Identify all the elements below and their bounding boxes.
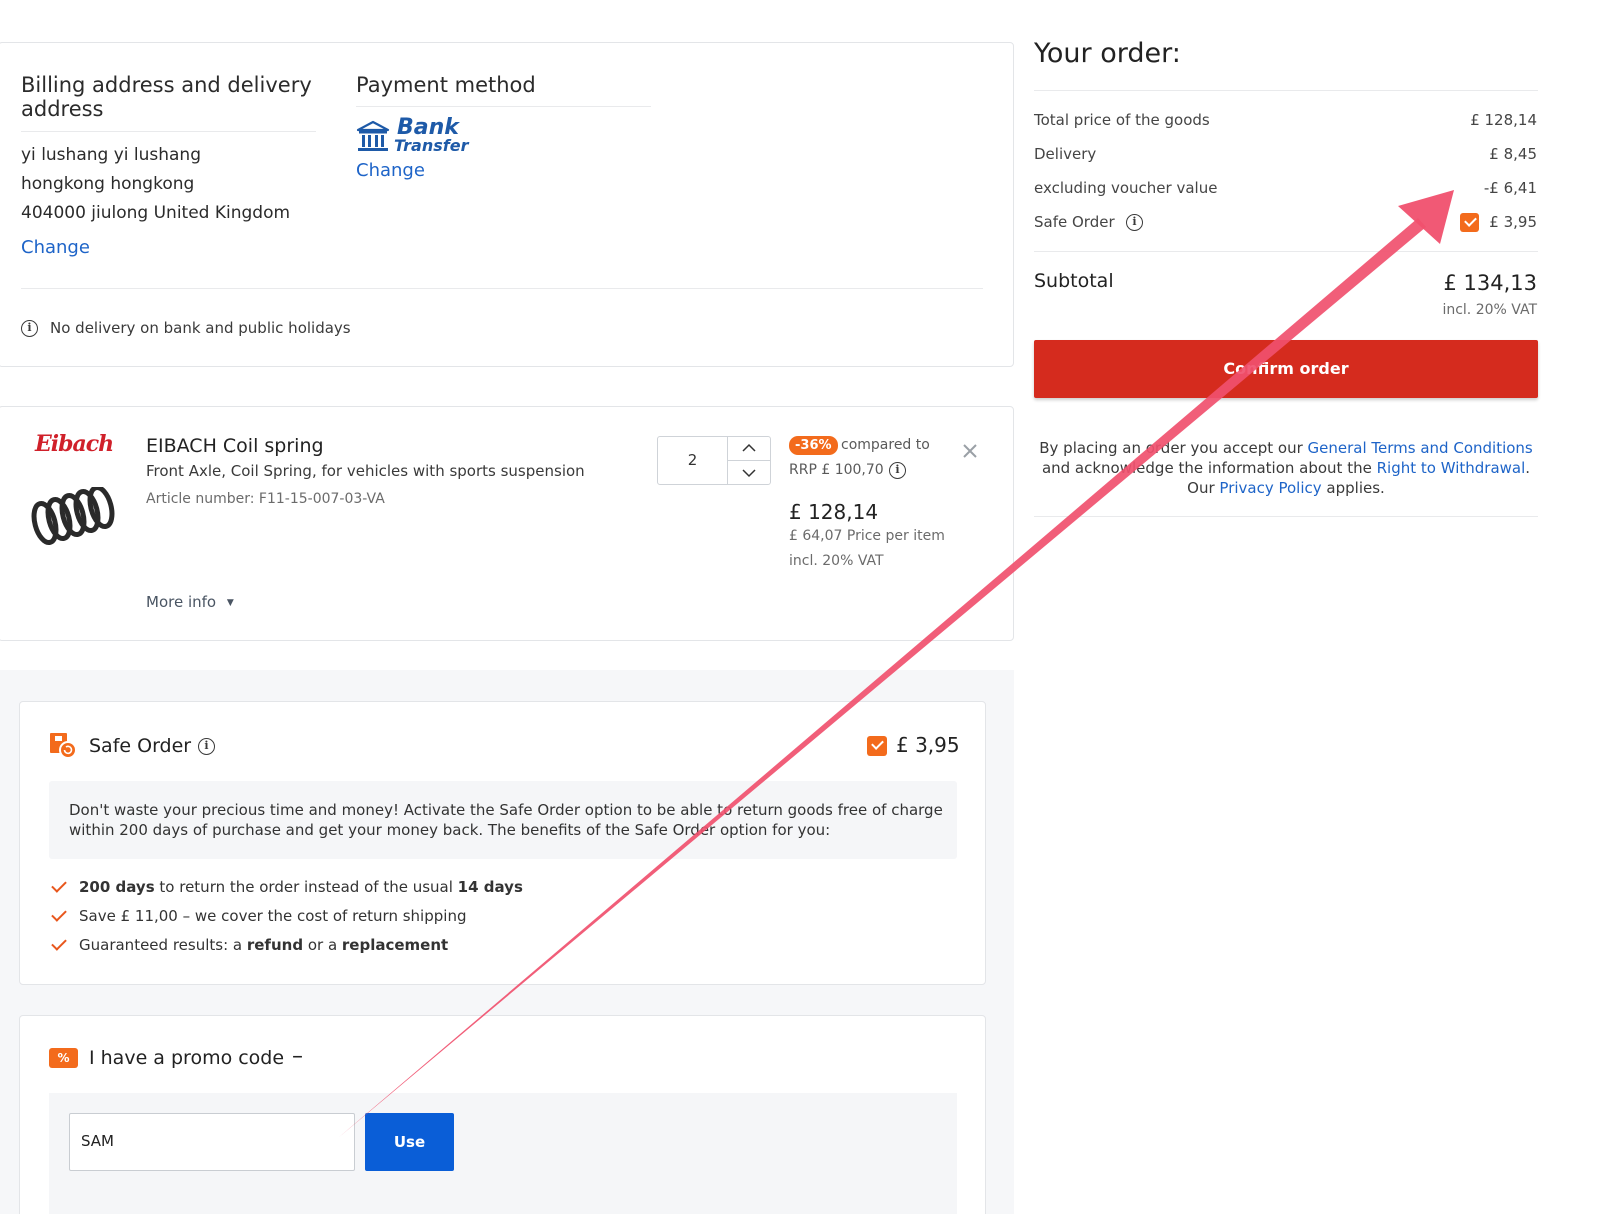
- order-divider-bottom: [1034, 516, 1538, 517]
- rrp-info-icon[interactable]: i: [889, 462, 906, 479]
- bank-transfer-logo: Bank Transfer: [356, 117, 476, 157]
- card-divider: [21, 288, 983, 289]
- benefit-3-mid: or a: [303, 936, 342, 954]
- discount-badge: -36%: [789, 436, 838, 455]
- order-title: Your order:: [1034, 38, 1181, 69]
- summary-voucher-value: -£ 6,41: [1483, 179, 1537, 197]
- legal-text-5: applies.: [1321, 479, 1385, 497]
- check-icon: [51, 906, 67, 922]
- promo-ticket-icon: %: [49, 1048, 78, 1068]
- stepper-mid-divider: [728, 460, 771, 461]
- benefit-1: 200 days to return the order instead of …: [79, 878, 523, 896]
- summary-goods-value: £ 128,14: [1470, 111, 1537, 129]
- summary-goods-label: Total price of the goods: [1034, 111, 1210, 129]
- use-promo-button[interactable]: Use: [365, 1113, 454, 1171]
- safe-order-checkbox[interactable]: [867, 736, 887, 756]
- summary-safe-order-label: Safe Order: [1034, 213, 1115, 231]
- legal-text-3: .: [1525, 459, 1531, 477]
- summary-safe-order-info-icon[interactable]: i: [1126, 214, 1143, 231]
- withdrawal-link[interactable]: Right to Withdrawal: [1377, 459, 1526, 477]
- quantity-stepper[interactable]: 2: [657, 436, 771, 485]
- collapse-icon[interactable]: –: [292, 1044, 303, 1069]
- subtotal-value: £ 134,13: [1443, 271, 1537, 295]
- address-line-3: 404000 jiulong United Kingdom: [21, 203, 291, 223]
- check-icon: [51, 935, 67, 951]
- quantity-value[interactable]: 2: [658, 437, 727, 484]
- chevron-up-icon[interactable]: [742, 443, 756, 453]
- bank-icon: [356, 120, 390, 151]
- rrp-price: RRP £ 100,70: [789, 462, 884, 478]
- summary-voucher-label: excluding voucher value: [1034, 179, 1218, 197]
- payment-divider: [356, 106, 651, 107]
- safe-order-info-icon[interactable]: i: [198, 738, 215, 755]
- promo-title[interactable]: I have a promo code: [89, 1047, 284, 1069]
- info-icon: i: [21, 320, 38, 337]
- chevron-down-icon[interactable]: [742, 468, 756, 478]
- benefit-3-text: Guaranteed results: a: [79, 936, 247, 954]
- more-info-label: More info: [146, 593, 217, 611]
- delivery-note: No delivery on bank and public holidays: [50, 319, 351, 337]
- benefit-1-strong-2: 14 days: [457, 878, 523, 896]
- safe-order-icon: [50, 733, 77, 759]
- caret-down-icon: ▼: [226, 598, 234, 608]
- safe-order-title: Safe Order: [89, 735, 192, 757]
- summary-safe-order-checkbox[interactable]: [1460, 213, 1479, 232]
- more-info-toggle[interactable]: More info ▼: [146, 593, 234, 611]
- summary-delivery-value: £ 8,45: [1489, 145, 1537, 163]
- change-address-link[interactable]: Change: [21, 237, 90, 258]
- item-name[interactable]: EIBACH Coil spring: [146, 435, 324, 457]
- safe-order-price: £ 3,95: [896, 733, 960, 757]
- transfer-label: Transfer: [394, 136, 469, 155]
- promo-code-input[interactable]: SAM: [69, 1113, 355, 1171]
- safe-order-description-box: Don't waste your precious time and money…: [49, 781, 957, 859]
- benefit-3-strong-1: refund: [246, 936, 304, 954]
- legal-text: By placing an order you accept our Gener…: [1034, 438, 1538, 498]
- price-per-item: £ 64,07 Price per item: [789, 528, 945, 544]
- address-line-1: yi lushang yi lushang: [21, 145, 202, 165]
- benefit-3-strong-2: replacement: [341, 936, 449, 954]
- promo-form-box: SAM Use: [49, 1093, 957, 1214]
- promo-code-value[interactable]: SAM: [81, 1132, 114, 1150]
- promo-code-panel: % I have a promo code – SAM Use: [19, 1015, 986, 1214]
- benefit-3: Guaranteed results: a refund or a replac…: [79, 936, 448, 954]
- eibach-logo: Eibach: [35, 431, 114, 457]
- terms-link[interactable]: General Terms and Conditions: [1308, 439, 1533, 457]
- legal-text-1: By placing an order you accept our: [1039, 439, 1308, 457]
- billing-divider: [21, 131, 316, 132]
- address-line-2: hongkong hongkong: [21, 174, 195, 194]
- cart-item-card: Eibach EIBACH Coil spring Front Axle, Co…: [0, 406, 1014, 641]
- confirm-order-button[interactable]: Confirm order: [1034, 340, 1538, 398]
- summary-safe-order-value: £ 3,95: [1489, 213, 1537, 231]
- legal-text-2: and acknowledge the information about th…: [1041, 459, 1377, 477]
- remove-item-icon[interactable]: [962, 443, 978, 459]
- billing-title: Billing address and delivery address: [21, 73, 312, 121]
- coil-spring-image: [31, 487, 115, 545]
- benefit-2: Save £ 11,00 – we cover the cost of retu…: [79, 907, 467, 925]
- subtotal-vat-note: incl. 20% VAT: [1442, 302, 1537, 318]
- summary-delivery-label: Delivery: [1034, 145, 1097, 163]
- check-icon: [51, 877, 67, 893]
- subtotal-label: Subtotal: [1034, 270, 1114, 292]
- order-divider-top: [1034, 90, 1538, 91]
- compared-to-label: compared to: [841, 437, 930, 453]
- safe-order-description: Don't waste your precious time and money…: [69, 801, 943, 839]
- item-vat-note: incl. 20% VAT: [789, 553, 884, 569]
- order-divider-mid: [1034, 251, 1538, 252]
- article-number: Article number: F11-15-007-03-VA: [146, 491, 385, 507]
- change-payment-link[interactable]: Change: [356, 160, 425, 181]
- safe-order-panel: Safe Order i £ 3,95 Don't waste your pre…: [19, 701, 986, 985]
- address-payment-card: Billing address and delivery address yi …: [0, 42, 1014, 367]
- benefit-1-text: to return the order instead of the usual: [154, 878, 458, 896]
- item-description: Front Axle, Coil Spring, for vehicles wi…: [146, 462, 585, 480]
- legal-text-4: Our: [1187, 479, 1220, 497]
- privacy-link[interactable]: Privacy Policy: [1219, 479, 1321, 497]
- item-total-price: £ 128,14: [789, 500, 879, 524]
- benefit-1-strong: 200 days: [79, 878, 155, 896]
- payment-title: Payment method: [356, 73, 536, 97]
